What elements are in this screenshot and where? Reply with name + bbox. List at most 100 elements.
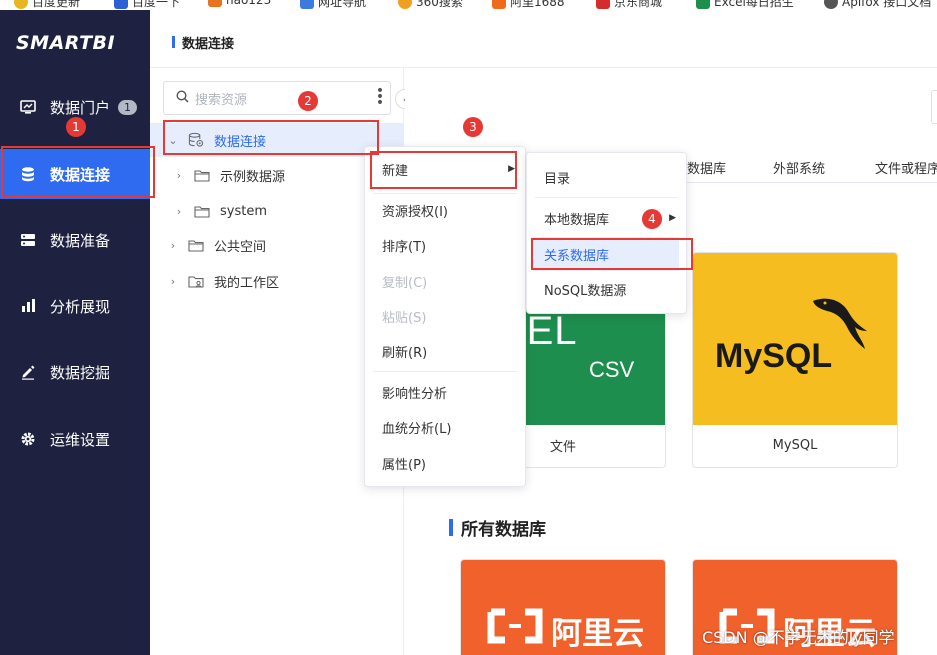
annotation-badge: 1 <box>66 117 86 137</box>
nav-item-label: 数据挖掘 <box>50 363 111 382</box>
bookmark-item[interactable]: 百度更新 <box>14 0 80 10</box>
section-title-text: 所有数据库 <box>461 520 546 540</box>
bookmark-label: Apifox 接口文档 <box>842 0 932 9</box>
menu-divider <box>535 197 678 198</box>
folder-icon <box>194 168 210 182</box>
bookmark-label: 京东商城 <box>614 0 663 9</box>
bookmark-label: hao123 <box>226 0 272 7</box>
prepare-icon <box>20 232 36 248</box>
datasource-card-mysql[interactable]: MySQL MySQL <box>692 252 898 468</box>
page-header: 数据连接 <box>150 10 937 68</box>
tree-node-label: system <box>220 203 267 219</box>
excel-icon <box>696 0 710 9</box>
hao123-icon <box>208 0 222 7</box>
menu-item-copy[interactable]: 复制(C) <box>365 264 525 298</box>
title-accent-bar <box>172 36 175 48</box>
search-placeholder: 搜索资源 <box>195 92 248 108</box>
menu-item-sort[interactable]: 排序(T) <box>365 228 525 262</box>
app-root: 百度更新 百度一下 hao123 网址导航 360搜索 阿里1688 京东商城 … <box>0 0 937 655</box>
nav-item-label: 分析展现 <box>50 297 111 316</box>
bookmark-label: 百度一下 <box>132 0 181 9</box>
bookmark-label: 百度更新 <box>32 0 81 9</box>
tree-node-label: 我的工作区 <box>214 275 280 291</box>
bookmark-item[interactable]: Apifox 接口文档 <box>824 0 931 10</box>
bookmark-item[interactable]: 京东商城 <box>596 0 662 10</box>
jd-icon <box>596 0 610 9</box>
edit-icon <box>20 364 36 380</box>
chart-bar-icon <box>20 298 36 314</box>
left-nav: SMARTBI 数据门户 1 数据连接 数据准备 分析展现 数据挖掘 运维设置 <box>0 10 150 655</box>
nav-count-badge: 1 <box>118 99 138 115</box>
new-submenu: 目录 本地数据库 ▶ 关系数据库 NoSQL数据源 <box>526 152 687 314</box>
menu-item-lineage-analysis[interactable]: 血统分析(L) <box>365 410 525 444</box>
nav-item-label: 运维设置 <box>50 430 111 449</box>
watermark-text: CSDN @不学无术的ly同学 <box>702 628 895 647</box>
browser-bookmarks-bar: 百度更新 百度一下 hao123 网址导航 360搜索 阿里1688 京东商城 … <box>0 0 937 10</box>
aliyun-logo-icon <box>487 608 543 644</box>
resource-search-input[interactable]: 搜索资源 • • • <box>163 81 391 115</box>
smartbi-logo: SMARTBI <box>16 32 116 54</box>
baidu-icon <box>114 0 128 9</box>
tab-database[interactable]: 数据库 <box>687 158 726 177</box>
section-title-all-databases: 所有数据库 <box>449 515 546 540</box>
nav-item-analysis[interactable]: 分析展现 <box>0 281 150 331</box>
tab-external-system[interactable]: 外部系统 <box>773 158 825 177</box>
more-vertical-icon[interactable]: • • • <box>376 84 384 110</box>
360-icon <box>398 0 412 9</box>
submenu-arrow-icon: ▶ <box>669 213 676 223</box>
portal-icon <box>20 99 36 115</box>
tree-node-label: 示例数据源 <box>220 169 286 185</box>
submenu-item-local-database[interactable]: 本地数据库 ▶ <box>527 201 686 235</box>
menu-item-paste[interactable]: 粘贴(S) <box>365 299 525 333</box>
annotation-box-new <box>370 151 517 189</box>
submenu-item-directory[interactable]: 目录 <box>527 160 686 194</box>
nav-item-label: 数据准备 <box>50 231 111 250</box>
bookmark-item[interactable]: Excel每日招生 <box>696 0 794 10</box>
nav-item-ops-settings[interactable]: 运维设置 <box>0 414 150 464</box>
chevron-right-icon[interactable]: › <box>172 205 186 218</box>
bookmark-item[interactable]: 网址导航 <box>300 0 366 10</box>
bookmark-label: 网址导航 <box>318 0 367 9</box>
annotation-box-nav <box>1 146 155 198</box>
main-search-input[interactable] <box>931 90 937 124</box>
bookmark-item[interactable]: hao123 <box>208 0 271 7</box>
gear-icon <box>20 431 36 447</box>
folder-icon <box>194 204 210 218</box>
card-label: MySQL <box>772 437 818 453</box>
bookmark-label: 阿里1688 <box>510 0 565 9</box>
thumb-text-csv: CSV <box>589 357 635 382</box>
chevron-right-icon[interactable]: › <box>166 239 180 252</box>
bookmark-label: 360搜索 <box>416 0 463 9</box>
chevron-right-icon[interactable]: › <box>172 169 186 182</box>
page-title: 数据连接 <box>182 37 235 52</box>
search-icon <box>176 89 189 107</box>
nav-item-mining[interactable]: 数据挖掘 <box>0 347 150 397</box>
annotation-box-tree-node <box>163 120 379 155</box>
thumb-text-mysql: MySQL <box>715 337 833 375</box>
nav-item-data-prepare[interactable]: 数据准备 <box>0 215 150 265</box>
datasource-card-aliyun[interactable]: 阿里云 <box>460 559 666 655</box>
menu-item-impact-analysis[interactable]: 影响性分析 <box>365 375 525 409</box>
tree-node-label: 公共空间 <box>214 239 267 255</box>
bookmark-item[interactable]: 阿里1688 <box>492 0 565 10</box>
bookmark-item[interactable]: 百度一下 <box>114 0 180 10</box>
chevron-right-icon[interactable]: › <box>166 275 180 288</box>
tab-file-or-program[interactable]: 文件或程序 <box>875 158 937 177</box>
aliyun-thumbnail: 阿里云 <box>461 560 665 655</box>
annotation-badge: 4 <box>642 209 662 229</box>
workspace-icon <box>188 274 204 288</box>
section-accent-bar <box>449 519 453 536</box>
folder-icon <box>188 238 204 252</box>
submenu-item-nosql-datasource[interactable]: NoSQL数据源 <box>527 272 686 306</box>
chrome-icon <box>14 0 28 9</box>
menu-item-refresh[interactable]: 刷新(R) <box>365 334 525 368</box>
menu-item-resource-auth[interactable]: 资源授权(I) <box>365 193 525 227</box>
annotation-badge: 2 <box>298 91 318 111</box>
annotation-box-relational-db <box>531 238 693 270</box>
nav-item-label: 数据门户 <box>50 98 111 117</box>
menu-item-properties[interactable]: 属性(P) <box>365 446 525 480</box>
bookmark-label: Excel每日招生 <box>714 0 794 9</box>
1688-icon <box>492 0 506 9</box>
bookmark-item[interactable]: 360搜索 <box>398 0 463 10</box>
apifox-icon <box>824 0 838 9</box>
